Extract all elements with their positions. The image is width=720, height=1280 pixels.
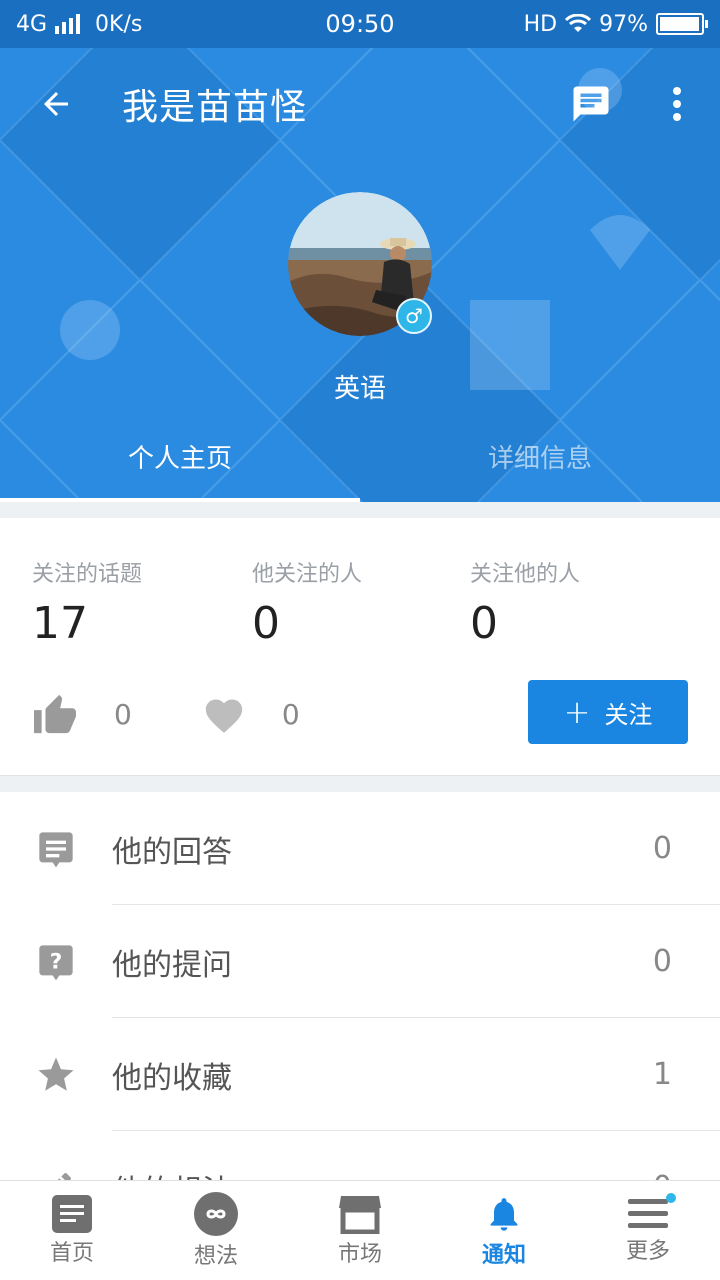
follow-label: 关注 (604, 700, 653, 729)
store-icon (339, 1195, 381, 1234)
network-speed: 0K/s (95, 11, 143, 37)
list-item-count: 0 (652, 831, 672, 866)
stat-following[interactable]: 他关注的人 0 (252, 556, 362, 649)
page-title: 我是苗苗怪 (122, 87, 308, 128)
list-item-label: 他的提问 (112, 947, 232, 983)
nav-label: 想法 (193, 1243, 238, 1269)
nav-label: 首页 (49, 1240, 94, 1266)
toolbar: 我是苗苗怪 (0, 48, 720, 160)
nav-label: 市场 (337, 1241, 382, 1267)
bell-icon (490, 1197, 518, 1231)
avatar-container[interactable]: ♂ (288, 192, 432, 336)
nav-ideas[interactable]: 想法 (144, 1181, 288, 1280)
list-item-questions[interactable]: ? 他的提问 0 (0, 905, 720, 1018)
list-item-answers[interactable]: 他的回答 0 (0, 792, 720, 905)
nav-more[interactable]: 更多 (576, 1181, 720, 1280)
clock: 09:50 (325, 10, 395, 38)
plus-icon: + (563, 693, 591, 731)
tab-homepage[interactable]: 个人主页 (0, 410, 360, 502)
thumbs-up-icon (34, 694, 76, 734)
list-item-count: 0 (652, 944, 672, 979)
follow-button[interactable]: + 关注 (528, 680, 688, 744)
likes-count: 0 (114, 697, 132, 731)
stat-label: 他关注的人 (252, 562, 363, 587)
network-type: 4G (16, 11, 48, 37)
battery-icon (656, 13, 708, 35)
more-vertical-icon (673, 87, 681, 121)
male-gender-badge: ♂ (396, 298, 432, 334)
stat-value: 0 (252, 598, 280, 649)
star-icon (38, 1057, 74, 1091)
menu-icon (628, 1198, 668, 1228)
back-button[interactable] (0, 48, 112, 160)
more-options-button[interactable] (634, 48, 720, 160)
nav-notifications[interactable]: 通知 (432, 1181, 576, 1280)
nav-market[interactable]: 市场 (288, 1181, 432, 1280)
tab-details[interactable]: 详细信息 (360, 410, 720, 502)
likes: 0 (32, 693, 132, 735)
activity-list: 他的回答 0 ? 他的提问 0 他的收藏 1 (0, 792, 720, 1209)
back-arrow-icon (44, 92, 68, 116)
bottom-navigation: 首页 想法 市场 通知 更多 (0, 1180, 720, 1280)
stat-followed-topics[interactable]: 关注的话题 17 (32, 556, 142, 649)
svg-text:?: ? (50, 949, 63, 974)
nav-label: 更多 (625, 1238, 670, 1264)
question-icon: ? (39, 944, 73, 980)
list-item-label: 他的收藏 (112, 1060, 232, 1096)
stat-label: 关注他的人 (470, 562, 581, 587)
favorites-count: 0 (281, 697, 300, 731)
battery-percent: 97% (599, 11, 648, 37)
profile-tabs: 个人主页 详细信息 (0, 410, 720, 502)
infinity-icon (194, 1191, 238, 1236)
wifi-icon (565, 14, 592, 32)
nav-home[interactable]: 首页 (0, 1181, 144, 1280)
reactions: 0 0 (32, 690, 300, 738)
nav-label: 通知 (481, 1242, 526, 1268)
notification-dot (666, 1193, 676, 1203)
signal-icon (55, 14, 81, 34)
stat-followers[interactable]: 关注他的人 0 (470, 556, 580, 649)
heart-icon (205, 699, 243, 733)
message-button[interactable] (548, 48, 634, 160)
answer-icon (39, 831, 73, 867)
stat-label: 关注的话题 (32, 562, 143, 587)
message-icon (573, 86, 609, 122)
list-item-count: 1 (652, 1057, 672, 1092)
list-item-collections[interactable]: 他的收藏 1 (0, 1018, 720, 1131)
stat-value: 0 (470, 598, 498, 649)
profile-screen: 4G 0K/s 09:50 HD 97% 我是苗苗怪 ♂ 英语 个人主页 详细信… (0, 0, 720, 1280)
profile-header: 4G 0K/s 09:50 HD 97% 我是苗苗怪 ♂ 英语 个人主页 详细信… (0, 0, 720, 502)
home-icon (52, 1194, 92, 1233)
stat-value: 17 (32, 598, 88, 649)
username: 英语 (333, 374, 386, 404)
hd-indicator: HD (523, 11, 558, 37)
status-bar: 4G 0K/s 09:50 HD 97% (0, 0, 720, 48)
favorites: 0 (202, 694, 300, 734)
list-item-label: 他的回答 (112, 834, 232, 870)
